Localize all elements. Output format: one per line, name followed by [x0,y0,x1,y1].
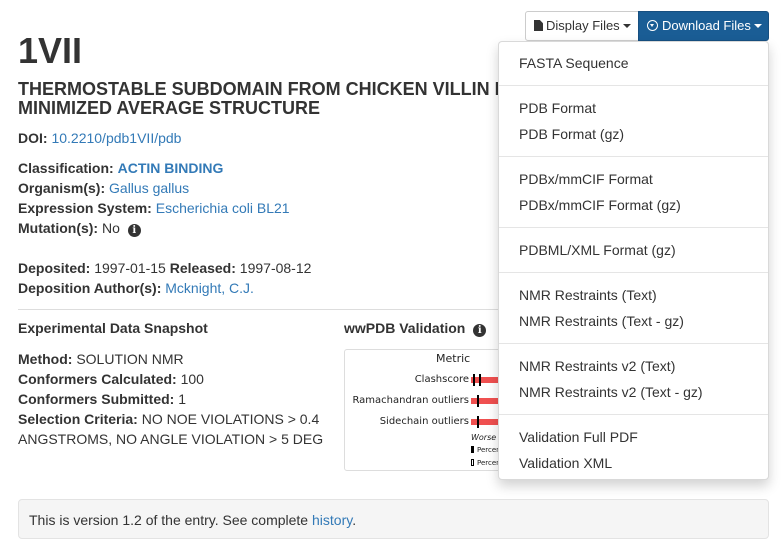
conformers-calculated-value: 100 [180,371,204,387]
history-link[interactable]: history [312,512,352,528]
info-icon[interactable]: i [127,224,141,237]
validation-slider-image[interactable]: Metric Clashscore Ramachandran outliers … [344,349,504,471]
menu-item-mmcif-format[interactable]: PDBx/mmCIF Format [519,169,653,189]
snapshot-details: Method: SOLUTION NMR Conformers Calculat… [18,349,328,449]
menu-divider [499,85,768,86]
display-files-button[interactable]: Display Files [525,11,639,41]
menu-item-pdb-format-gz[interactable]: PDB Format (gz) [519,124,624,144]
ramachandran-marker [477,395,479,407]
menu-item-nmr-restraints-text-gz[interactable]: NMR Restraints (Text - gz) [519,311,684,331]
legend-entry-2: Percen [471,459,501,467]
caret-down-icon [753,24,762,28]
clashscore-marker-open [479,374,481,386]
deposited-value: 1997-01-15 [94,260,166,276]
conformers-submitted-value: 1 [178,391,187,407]
organism-label: Organism(s): [18,180,106,196]
menu-divider [499,272,768,273]
selection-criteria-label: Selection Criteria: [18,411,138,427]
validation-heading-line: wwPDB Validation i [344,320,487,337]
download-files-label: Download Files [662,18,751,33]
method-label: Method: [18,351,73,367]
dates-line: Deposited: 1997-01-15 Released: 1997-08-… [18,258,311,278]
version-text: This is version 1.2 of the entry. See co… [29,512,312,528]
menu-item-nmr-restraints-v2-text[interactable]: NMR Restraints v2 (Text) [519,356,675,376]
released-label: Released: [169,260,236,276]
download-circle-icon [647,20,658,31]
worse-label: Worse [471,433,497,442]
menu-item-pdb-format[interactable]: PDB Format [519,98,596,118]
menu-item-mmcif-format-gz[interactable]: PDBx/mmCIF Format (gz) [519,195,681,215]
caret-down-icon [622,24,631,28]
menu-item-fasta-sequence[interactable]: FASTA Sequence [519,53,628,73]
menu-divider [499,343,768,344]
clashscore-marker [473,374,475,386]
doi-link[interactable]: 10.2210/pdb1VII/pdb [51,130,181,146]
doi-label: DOI: [18,130,48,146]
menu-item-nmr-restraints-text[interactable]: NMR Restraints (Text) [519,285,657,305]
snapshot-heading: Experimental Data Snapshot [18,320,208,336]
author-link[interactable]: Mcknight, C.J. [165,280,254,296]
authors-label: Deposition Author(s): [18,280,162,296]
expression-line: Expression System: Escherichia coli BL21 [18,198,290,218]
classification-line: Classification: ACTIN BINDING [18,158,223,178]
organism-line: Organism(s): Gallus gallus [18,178,189,198]
menu-item-pdbml-xml-gz[interactable]: PDBML/XML Format (gz) [519,240,676,260]
doi-line: DOI: 10.2210/pdb1VII/pdb [18,128,181,148]
mutation-label: Mutation(s): [18,220,99,236]
display-files-label: Display Files [546,18,620,33]
organism-link[interactable]: Gallus gallus [109,180,189,196]
version-notice: This is version 1.2 of the entry. See co… [18,499,769,539]
conformers-calculated-label: Conformers Calculated: [18,371,177,387]
classification-link[interactable]: ACTIN BINDING [118,160,224,176]
menu-item-nmr-restraints-v2-text-gz[interactable]: NMR Restraints v2 (Text - gz) [519,382,703,402]
menu-item-validation-xml[interactable]: Validation XML [519,453,612,473]
menu-divider [499,414,768,415]
validation-heading: wwPDB Validation [344,320,466,336]
released-value: 1997-08-12 [239,260,312,276]
expression-link[interactable]: Escherichia coli BL21 [156,200,290,216]
conformers-submitted-label: Conformers Submitted: [18,391,175,407]
mutation-value: No [101,220,120,236]
classification-label: Classification: [18,160,114,176]
deposited-label: Deposited: [18,260,91,276]
download-files-menu: FASTA Sequence PDB Format PDB Format (gz… [498,41,769,480]
sidechain-marker [477,416,479,428]
authors-line: Deposition Author(s): Mcknight, C.J. [18,278,254,298]
pdb-id-heading: 1VII [18,30,83,71]
metric-clashscore: Clashscore [414,374,469,385]
version-suffix: . [352,512,357,528]
method-value: SOLUTION NMR [76,351,184,367]
validation-info-icon[interactable]: i [473,324,487,337]
metric-ramachandran: Ramachandran outliers [352,395,469,406]
menu-divider [499,156,768,157]
legend-entry-1: Percen [471,446,501,454]
menu-divider [499,227,768,228]
mutation-line: Mutation(s): No i [18,218,141,238]
metric-header: Metric [436,352,471,365]
metric-sidechain: Sidechain outliers [379,416,469,427]
download-files-button[interactable]: Download Files [638,11,769,41]
menu-item-validation-full-pdf[interactable]: Validation Full PDF [519,427,638,447]
file-icon [534,20,543,31]
expression-label: Expression System: [18,200,152,216]
